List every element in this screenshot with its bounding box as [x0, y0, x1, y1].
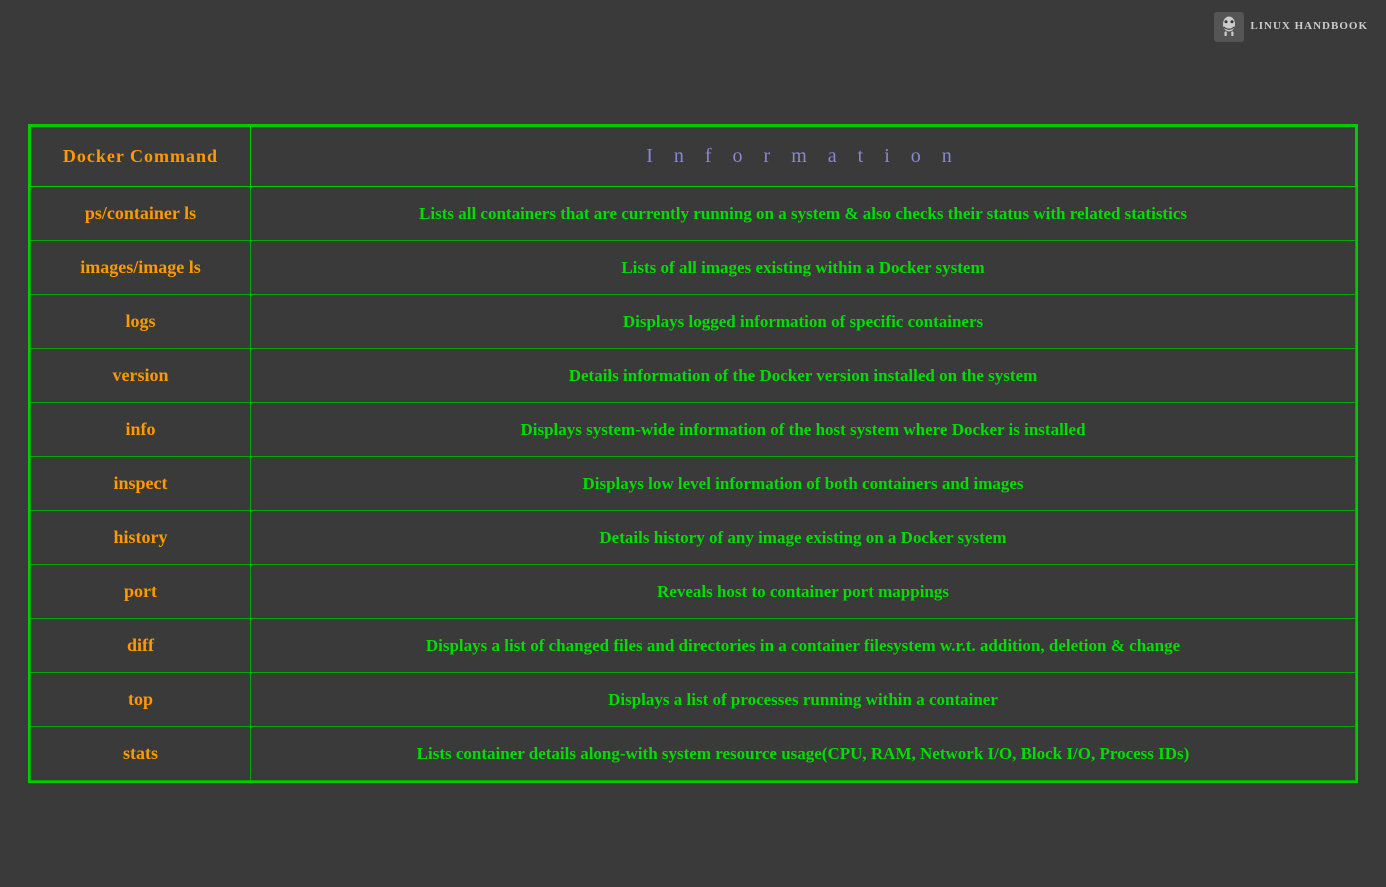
info-cell: Displays a list of changed files and dir… [251, 619, 1356, 673]
table-row: historyDetails history of any image exis… [31, 511, 1356, 565]
info-cell: Displays low level information of both c… [251, 457, 1356, 511]
info-cell: Displays a list of processes running wit… [251, 673, 1356, 727]
logo: LINUX HANDBOOK [1214, 12, 1368, 42]
table-row: topDisplays a list of processes running … [31, 673, 1356, 727]
docker-commands-table: Docker Command I n f o r m a t i o n ps/… [28, 124, 1358, 783]
command-cell: logs [31, 295, 251, 349]
command-cell: images/image ls [31, 241, 251, 295]
info-column-header: I n f o r m a t i o n [251, 127, 1356, 187]
info-cell: Details information of the Docker versio… [251, 349, 1356, 403]
logo-text: LINUX HANDBOOK [1250, 20, 1368, 33]
table-row: diffDisplays a list of changed files and… [31, 619, 1356, 673]
table-row: versionDetails information of the Docker… [31, 349, 1356, 403]
info-cell: Reveals host to container port mappings [251, 565, 1356, 619]
info-cell: Lists all containers that are currently … [251, 187, 1356, 241]
command-cell: version [31, 349, 251, 403]
table-row: logsDisplays logged information of speci… [31, 295, 1356, 349]
command-cell: top [31, 673, 251, 727]
table-header-row: Docker Command I n f o r m a t i o n [31, 127, 1356, 187]
command-cell: port [31, 565, 251, 619]
command-cell: stats [31, 727, 251, 781]
command-cell: history [31, 511, 251, 565]
info-cell: Lists of all images existing within a Do… [251, 241, 1356, 295]
table-row: ps/container lsLists all containers that… [31, 187, 1356, 241]
command-column-header: Docker Command [31, 127, 251, 187]
table-row: portReveals host to container port mappi… [31, 565, 1356, 619]
command-cell: info [31, 403, 251, 457]
table-row: inspectDisplays low level information of… [31, 457, 1356, 511]
info-cell: Displays logged information of specific … [251, 295, 1356, 349]
command-cell: diff [31, 619, 251, 673]
command-cell: ps/container ls [31, 187, 251, 241]
command-cell: inspect [31, 457, 251, 511]
info-cell: Details history of any image existing on… [251, 511, 1356, 565]
info-cell: Lists container details along-with syste… [251, 727, 1356, 781]
table-row: images/image lsLists of all images exist… [31, 241, 1356, 295]
table-row: infoDisplays system-wide information of … [31, 403, 1356, 457]
table-row: statsLists container details along-with … [31, 727, 1356, 781]
linux-handbook-icon [1214, 12, 1244, 42]
info-cell: Displays system-wide information of the … [251, 403, 1356, 457]
